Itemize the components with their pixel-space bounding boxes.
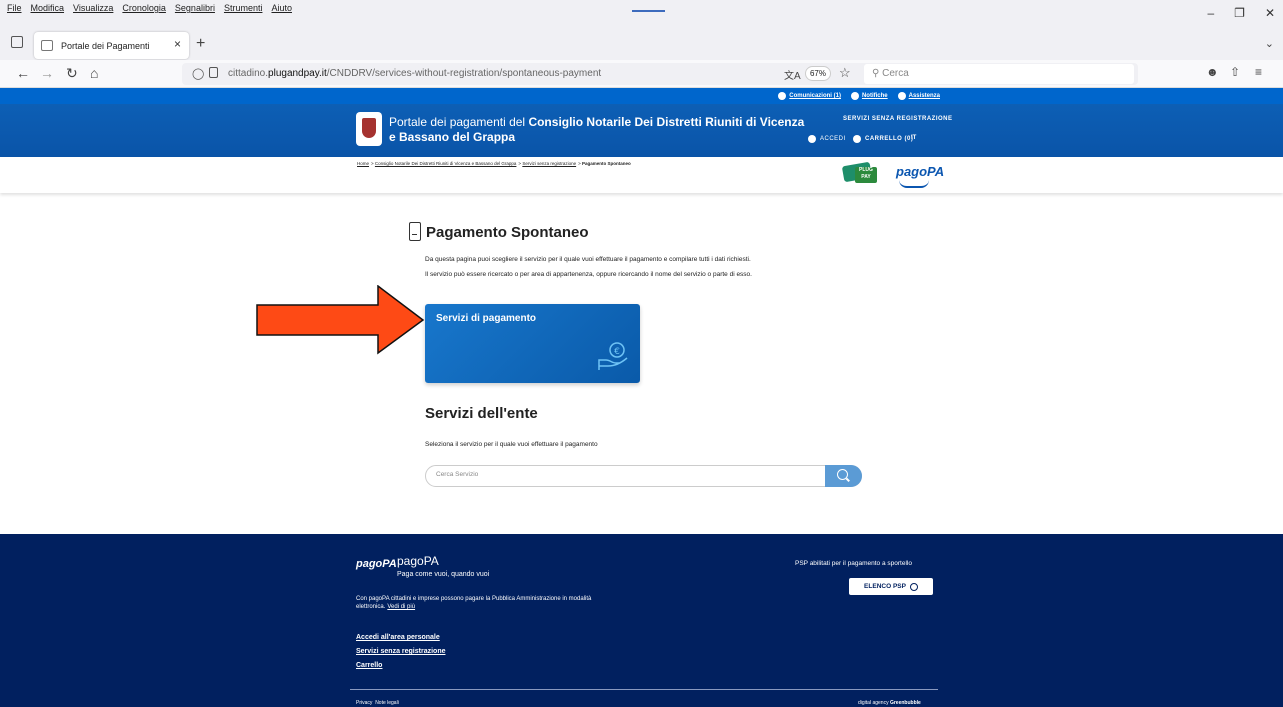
help-icon [897, 92, 906, 100]
payment-services-label: Servizi di pagamento [436, 313, 537, 324]
url-text[interactable]: cittadino.plugandpay.it/CNDDRV/services-… [228, 68, 601, 79]
page-title: Pagamento Spontaneo [426, 224, 589, 241]
menu-segnalibri[interactable]: Segnalibri [175, 3, 215, 13]
portal-title[interactable]: Portale dei pagamenti del Consiglio Nota… [389, 115, 809, 145]
shield-icon[interactable]: ◯ [192, 67, 204, 80]
extensions-icon[interactable]: ⇧ [1230, 65, 1240, 79]
agency-link[interactable]: Greenbubble [890, 700, 921, 706]
notification-icon [850, 92, 859, 100]
footer-description: Con pagoPA cittadini e imprese possono p… [356, 596, 592, 610]
back-icon[interactable]: ← [16, 65, 30, 81]
footer-legal-links: Privacy Note legali [356, 700, 399, 706]
breadcrumb-home[interactable]: Home [357, 161, 369, 166]
plug-pay-badge: PLUG PAY [855, 167, 877, 183]
hamburger-menu-icon[interactable]: ≡ [1255, 65, 1262, 79]
breadcrumb-bar: Home > Consiglio Notarile Dei Distretti R… [0, 157, 1283, 193]
privacy-link[interactable]: Privacy [356, 700, 372, 706]
site-header: Portale dei pagamenti del Consiglio Nota… [0, 104, 1283, 157]
footer-brand-name: pagoPA [397, 554, 439, 568]
learn-more-link[interactable]: Vedi di più [387, 604, 415, 610]
arrow-circle-icon [909, 582, 918, 591]
breadcrumb-section[interactable]: Servizi senza registrazione [522, 161, 576, 166]
footer-link-personal-area[interactable]: Accedi all'area personale [356, 634, 440, 641]
page-description-2: Il servizio può essere ricercato o per a… [425, 271, 752, 278]
footer-divider [350, 689, 938, 690]
user-icon [808, 135, 816, 143]
translate-icon[interactable]: 文A [784, 67, 801, 82]
comunicazioni-link[interactable]: Comunicazioni (1) [778, 92, 841, 100]
page-favicon-icon [41, 40, 53, 51]
cart-icon [853, 135, 861, 143]
plug-and-pay-logo: PLUG PAY [841, 161, 883, 187]
menu-cronologia[interactable]: Cronologia [122, 3, 166, 13]
hand-euro-icon: € [598, 342, 628, 370]
home-icon[interactable]: ⌂ [90, 65, 98, 81]
payment-services-card[interactable]: Servizi di pagamento € [425, 304, 640, 383]
forward-icon[interactable]: → [40, 65, 54, 81]
tab-bar: Portale dei Pagamenti × + ⌄ [0, 28, 1283, 60]
lock-icon[interactable] [209, 67, 218, 78]
new-tab-icon[interactable]: + [196, 35, 205, 53]
service-search-input[interactable] [436, 471, 816, 478]
account-icon[interactable]: ☻ [1206, 65, 1219, 79]
browser-search-field[interactable]: ⚲ Cerca [864, 64, 1134, 84]
menu-file[interactable]: File [7, 3, 22, 13]
assistenza-link[interactable]: Assistenza [897, 92, 940, 100]
breadcrumb-ente[interactable]: Consiglio Notarile Dei Distretti Riuniti… [375, 161, 517, 166]
ente-crest-logo[interactable] [356, 112, 382, 146]
tab-list-icon[interactable] [11, 36, 23, 48]
language-selector[interactable]: IT [911, 135, 916, 141]
navigation-bar: ← → ↻ ⌂ ◯ cittadino.plugandpay.it/CNDDRV… [0, 60, 1283, 88]
menu-visualizza[interactable]: Visualizza [73, 3, 113, 13]
menu-strumenti[interactable]: Strumenti [224, 3, 263, 13]
breadcrumb-current: Pagamento Spontaneo [582, 161, 631, 166]
top-utility-strip: Comunicazioni (1) Notifiche Assistenza [0, 88, 1283, 104]
footer-tagline: Paga come vuoi, quando vuoi [397, 571, 490, 578]
login-button[interactable]: ACCEDI [808, 135, 846, 143]
red-arrow-annotation [256, 285, 425, 355]
drag-indicator [632, 10, 665, 12]
psp-list-button[interactable]: ELENCO PSP [849, 578, 933, 595]
notifiche-link[interactable]: Notifiche [850, 92, 888, 100]
tab-title: Portale dei Pagamenti [61, 40, 150, 51]
tab-portale[interactable]: Portale dei Pagamenti × [34, 32, 189, 59]
ente-services-description: Seleziona il servizio per il quale vuoi … [425, 441, 598, 448]
menu-modifica[interactable]: Modifica [31, 3, 65, 13]
footer-pagopa-logo: pagoPA [356, 558, 397, 570]
svg-text:€: € [614, 347, 620, 357]
ente-services-title: Servizi dell'ente [425, 405, 538, 422]
services-without-registration-label[interactable]: SERVIZI SENZA REGISTRAZIONE [843, 116, 953, 122]
breadcrumb: Home > Consiglio Notarile Dei Distretti R… [357, 161, 631, 166]
agency-credit: digital agency Greenbubble [858, 700, 921, 706]
bookmark-star-icon[interactable]: ☆ [839, 65, 851, 81]
cart-button[interactable]: CARRELLO (0) [853, 135, 913, 143]
footer-link-cart[interactable]: Carrello [356, 662, 382, 669]
legal-notes-link[interactable]: Note legali [375, 700, 399, 706]
maximize-icon[interactable]: ❐ [1234, 6, 1245, 20]
address-bar[interactable]: ◯ cittadino.plugandpay.it/CNDDRV/service… [182, 63, 1138, 85]
site-footer: pagoPA pagoPA Paga come vuoi, quando vuo… [0, 534, 1283, 707]
service-search-box [425, 465, 862, 487]
chevron-down-icon[interactable]: ⌄ [1265, 37, 1274, 50]
close-window-icon[interactable]: ✕ [1265, 6, 1275, 20]
reload-icon[interactable]: ↻ [66, 65, 78, 82]
pagopa-logo: pagoPA [896, 164, 945, 188]
zoom-level[interactable]: 67% [805, 66, 831, 81]
footer-link-no-registration[interactable]: Servizi senza registrazione [356, 648, 445, 655]
browser-menubar: File Modifica Visualizza Cronologia Segn… [0, 0, 1283, 28]
psp-label: PSP abilitati per il pagamento a sportel… [795, 560, 912, 567]
search-icon[interactable] [825, 465, 862, 487]
page-document-icon [409, 222, 421, 241]
page-description-1: Da questa pagina puoi scegliere il servi… [425, 256, 751, 263]
bell-icon [778, 92, 787, 100]
window-controls: – ❐ ✕ [1207, 6, 1283, 20]
minimize-icon[interactable]: – [1207, 6, 1214, 20]
menu-aiuto[interactable]: Aiuto [271, 3, 292, 13]
close-tab-icon[interactable]: × [174, 37, 181, 51]
